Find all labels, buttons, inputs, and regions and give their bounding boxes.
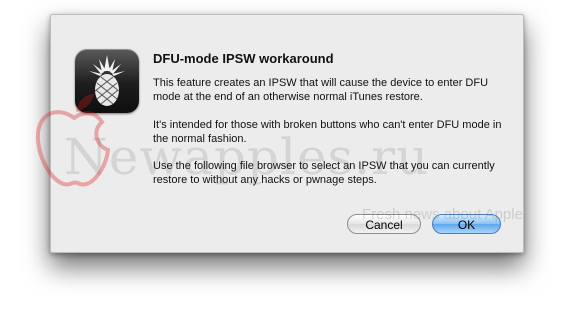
ok-button[interactable]: OK bbox=[432, 214, 501, 234]
message-paragraph-1: This feature creates an IPSW that will c… bbox=[153, 77, 489, 103]
pineapple-app-icon bbox=[75, 49, 139, 113]
message-paragraph-3: Use the following file browser to select… bbox=[153, 160, 495, 186]
dfu-dialog: DFU-mode IPSW workaround This feature cr… bbox=[50, 14, 524, 253]
cancel-button[interactable]: Cancel bbox=[347, 214, 421, 234]
dialog-title: DFU-mode IPSW workaround bbox=[153, 51, 334, 66]
message-paragraph-2: It's intended for those with broken butt… bbox=[153, 119, 502, 145]
page: DFU-mode IPSW workaround This feature cr… bbox=[0, 0, 572, 320]
